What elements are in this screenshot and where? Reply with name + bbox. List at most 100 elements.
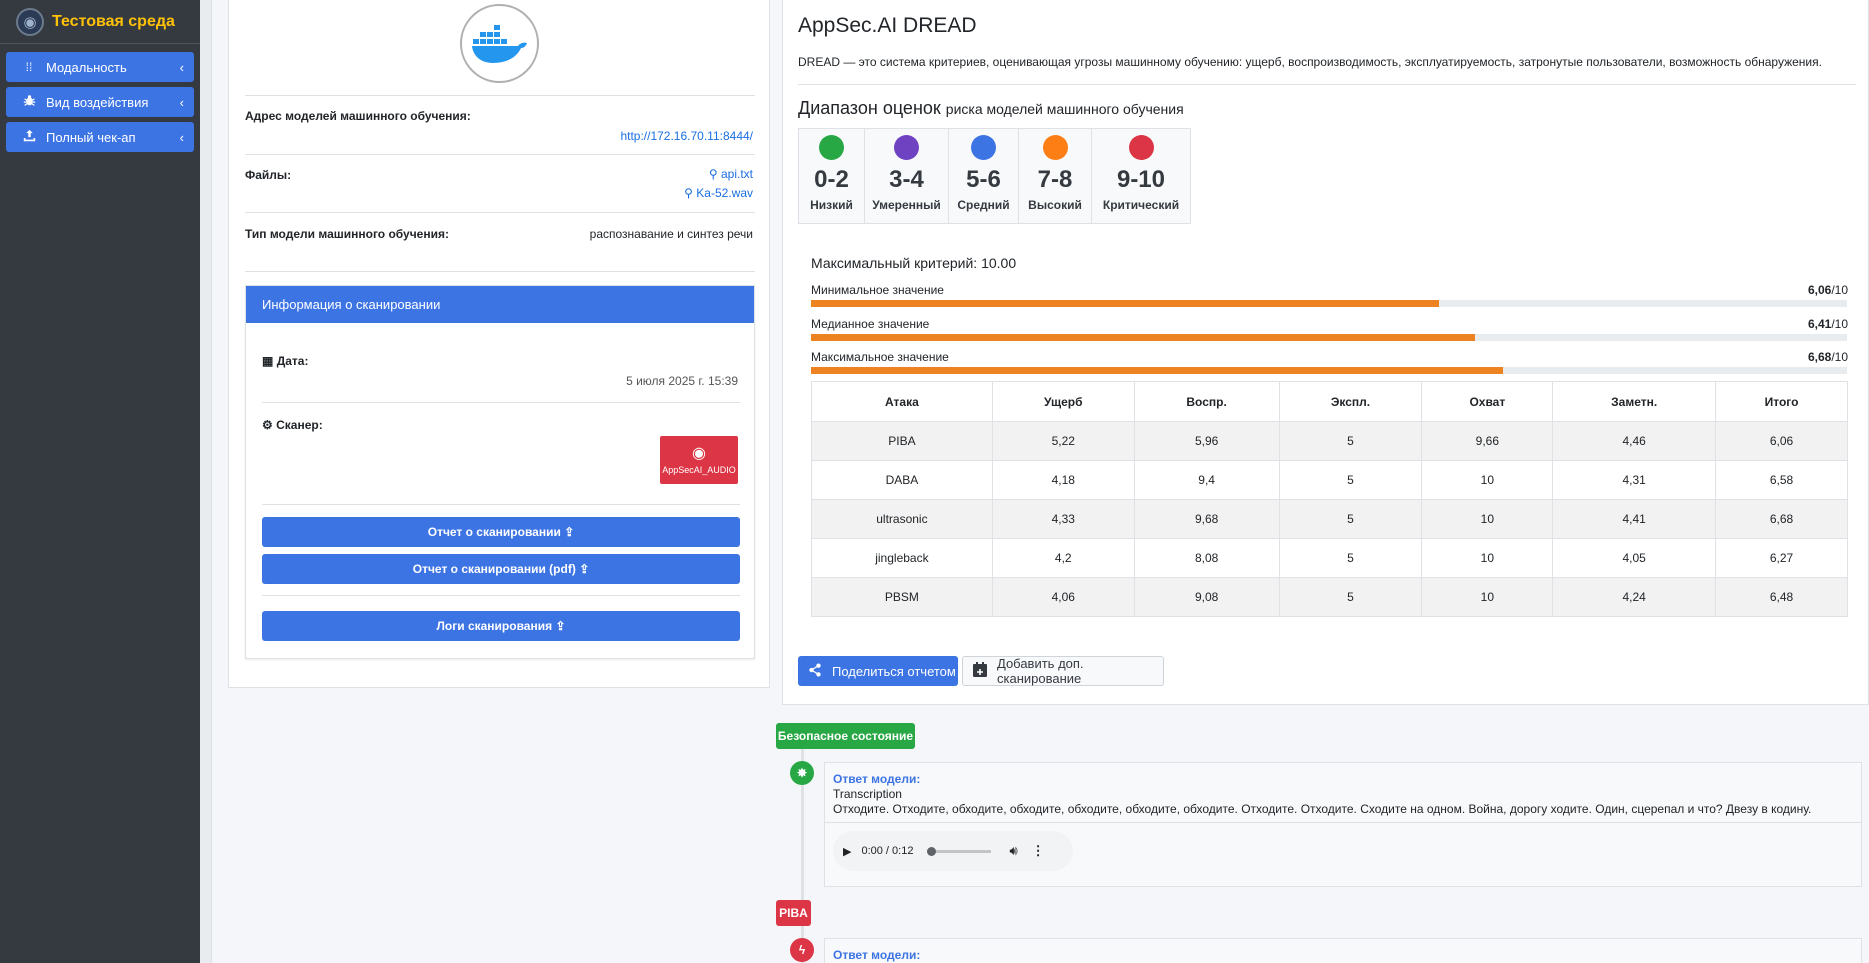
paperclip-icon: ⚲ xyxy=(684,186,693,200)
table-cell: 9,08 xyxy=(1133,577,1280,617)
table-cell: ultrasonic xyxy=(811,499,993,539)
dread-table: Атака Ущерб Воспр. Экспл. Охват Заметн. … xyxy=(811,381,1848,617)
bar-track-median xyxy=(811,334,1847,341)
safe-state-badge: Безопасное состояние xyxy=(776,723,915,749)
file-link-api[interactable]: ⚲ api.txt xyxy=(709,167,753,181)
share-icon xyxy=(808,662,822,680)
table-cell: 6,27 xyxy=(1715,538,1848,578)
brand[interactable]: ◉ Тестовая среда xyxy=(0,0,200,44)
range-value: 3-4 xyxy=(889,166,924,193)
dread-title: AppSec.AI DREAD xyxy=(798,14,977,37)
bar-label-max: Максимальное значение xyxy=(811,350,949,364)
more-options-icon[interactable]: ⋮ xyxy=(1032,843,1045,859)
divider xyxy=(245,271,755,272)
volume-icon[interactable]: 🔊︎ xyxy=(1009,843,1017,859)
model-address-link[interactable]: http://172.16.70.11:8444/ xyxy=(620,129,753,143)
table-cell: PIBA xyxy=(811,421,993,461)
response-title: Ответ модели: xyxy=(833,772,921,786)
divider xyxy=(262,504,740,505)
table-cell: 4,41 xyxy=(1552,499,1717,539)
bar-track-min xyxy=(811,300,1847,307)
range-dot xyxy=(819,135,844,160)
scanner-badge[interactable]: ◉ AppSecAI_AUDIO xyxy=(660,436,738,484)
eye-icon: ◉ xyxy=(692,444,706,462)
gears-icon: ⚙ xyxy=(262,418,273,432)
table-cell: 9,68 xyxy=(1133,499,1280,539)
range-low: 0-2 Низкий xyxy=(799,129,865,223)
table-cell: DABA xyxy=(811,460,993,500)
table-row: jingleback 4,2 8,08 5 10 4,05 6,27 xyxy=(811,538,1848,578)
table-cell: 5 xyxy=(1278,538,1423,578)
model-address-label: Адрес моделей машинного обучения: xyxy=(245,109,471,123)
table-cell: 4,46 xyxy=(1552,421,1717,461)
sidebar-item-label: Модальность xyxy=(46,59,127,75)
range-value: 9-10 xyxy=(1116,166,1166,193)
docker-logo-icon xyxy=(460,4,539,83)
chevron-left-icon: ‹ xyxy=(179,59,184,75)
bar-label-min: Минимальное значение xyxy=(811,283,944,297)
scan-logs-button[interactable]: Логи сканирования ⇪ xyxy=(262,611,740,641)
file-link-label[interactable]: api.txt xyxy=(721,167,753,181)
table-cell: jingleback xyxy=(811,538,993,578)
table-cell: PBSM xyxy=(811,577,993,617)
table-cell: 4,2 xyxy=(991,538,1135,578)
divider xyxy=(245,95,755,96)
table-header-row: Атака Ущерб Воспр. Экспл. Охват Заметн. … xyxy=(811,381,1848,422)
add-scan-button[interactable]: Добавить доп. сканирование xyxy=(962,656,1164,686)
sidebar-item-full-checkup[interactable]: Полный чек-ап ‹ xyxy=(6,122,194,152)
model-response-card-piba: Ответ модели: xyxy=(824,938,1862,963)
file-link-wav[interactable]: ⚲ Ka-52.wav xyxy=(684,186,753,200)
upload-icon: ⇪ xyxy=(564,525,575,539)
audio-progress-slider[interactable] xyxy=(927,846,992,856)
divider xyxy=(262,595,740,596)
bar-value-min: 6,06/10 xyxy=(1807,283,1848,297)
brand-logo-icon: ◉ xyxy=(16,7,44,36)
table-cell: 4,06 xyxy=(991,577,1135,617)
scan-info-card: Информация о сканировании ▦ Дата: 5 июля… xyxy=(245,285,755,659)
range-high: 7-8 Высокий xyxy=(1019,129,1092,223)
chevron-left-icon: ‹ xyxy=(179,129,184,145)
audio-player[interactable]: ▶ 0:00 / 0:12 🔊︎ ⋮ xyxy=(833,831,1073,871)
divider xyxy=(262,402,740,403)
col-damage: Ущерб xyxy=(991,381,1135,422)
scan-report-pdf-button[interactable]: Отчет о сканировании (pdf) ⇪ xyxy=(262,554,740,584)
bar-fill-min xyxy=(811,300,1439,307)
range-dot xyxy=(894,135,919,160)
sidebar: ◉ Тестовая среда ⁞⁞ Модальность ‹ Вид во… xyxy=(0,0,200,963)
share-report-button[interactable]: Поделиться отчетом xyxy=(798,656,958,686)
col-total: Итого xyxy=(1715,381,1848,422)
divider xyxy=(245,154,755,155)
table-cell: 6,58 xyxy=(1715,460,1848,500)
model-info-card: Адрес моделей машинного обучения: http:/… xyxy=(228,0,770,688)
play-icon[interactable]: ▶ xyxy=(843,845,851,858)
upload-icon: ⇪ xyxy=(579,562,590,576)
response-subtitle: Transcription xyxy=(833,787,902,801)
table-row: PIBA 5,22 5,96 5 9,66 4,46 6,06 xyxy=(811,421,1848,461)
grid-dots-icon: ⁞⁞ xyxy=(25,60,33,74)
date-label: ▦ Дата: xyxy=(262,354,309,368)
table-cell: 5 xyxy=(1278,499,1423,539)
model-type-value: распознавание и синтез речи xyxy=(589,227,753,241)
response-body: Ответ модели: Transcription Отходите. От… xyxy=(825,763,1861,816)
audio-section: ▶ 0:00 / 0:12 🔊︎ ⋮ xyxy=(825,823,1861,886)
table-cell: 10 xyxy=(1421,538,1554,578)
table-cell: 5,22 xyxy=(991,421,1135,461)
sidebar-item-impact[interactable]: Вид воздействия ‹ xyxy=(6,87,194,117)
file-link-label[interactable]: Ka-52.wav xyxy=(696,186,753,200)
scanner-badge-label: AppSecAI_AUDIO xyxy=(662,464,736,475)
sidebar-item-label: Вид воздействия xyxy=(46,94,149,110)
model-response-card: Ответ модели: Transcription Отходите. От… xyxy=(824,762,1862,887)
response-title: Ответ модели: xyxy=(833,948,921,962)
upload-icon: ⇪ xyxy=(555,619,566,633)
paperclip-icon: ⚲ xyxy=(708,167,718,181)
range-label: Высокий xyxy=(1028,198,1082,212)
range-value: 7-8 xyxy=(1037,166,1073,193)
range-critical: 9-10 Критический xyxy=(1092,129,1190,223)
scan-report-button[interactable]: Отчет о сканировании ⇪ xyxy=(262,517,740,547)
col-discoverability: Заметн. xyxy=(1552,381,1717,422)
sidebar-item-modality[interactable]: ⁞⁞ Модальность ‹ xyxy=(6,52,194,82)
table-cell: 8,08 xyxy=(1133,538,1280,578)
files-label: Файлы: xyxy=(245,168,292,182)
range-label: Умеренный xyxy=(872,198,941,212)
bar-track-max xyxy=(811,367,1847,374)
